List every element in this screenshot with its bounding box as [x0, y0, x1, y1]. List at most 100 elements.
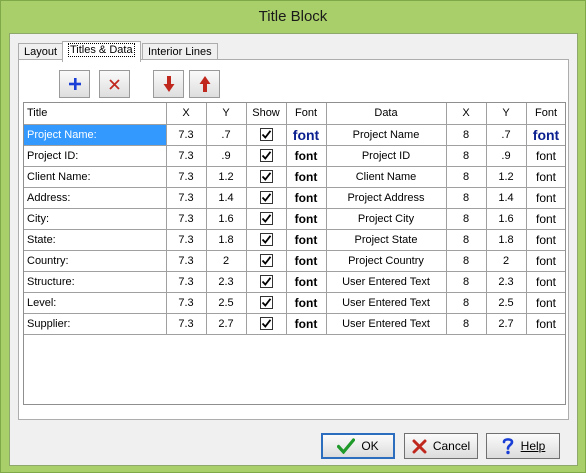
add-row-button[interactable]	[59, 70, 90, 98]
cell-data-x[interactable]: 8	[446, 271, 487, 293]
cell-data-x[interactable]: 8	[446, 208, 487, 230]
cell-title[interactable]: Supplier:	[24, 313, 167, 335]
cell-x[interactable]: 7.3	[166, 271, 207, 293]
cell-data-y[interactable]: 1.2	[486, 166, 527, 188]
tab-titles-data[interactable]: Titles & Data	[62, 41, 141, 62]
cell-data-y[interactable]: 2.5	[486, 292, 527, 314]
titles-grid[interactable]: Title X Y Show Font Data X Y Font Projec…	[23, 102, 566, 405]
cell-font[interactable]: font	[286, 271, 327, 293]
cell-data[interactable]: User Entered Text	[326, 271, 447, 293]
cell-data[interactable]: Project Country	[326, 250, 447, 272]
table-row[interactable]: Client Name: 7.3 1.2 font Client Name 8 1.2 fon…	[24, 166, 565, 188]
cell-x[interactable]: 7.3	[166, 124, 207, 146]
cell-y[interactable]: 1.8	[206, 229, 247, 251]
cell-data-x[interactable]: 8	[446, 250, 487, 272]
cell-x[interactable]: 7.3	[166, 145, 207, 167]
cell-data-font[interactable]: font	[526, 208, 565, 230]
cell-data[interactable]: Client Name	[326, 166, 447, 188]
cell-title[interactable]: Client Name:	[24, 166, 167, 188]
cell-y[interactable]: .9	[206, 145, 247, 167]
cell-data-font[interactable]: font	[526, 166, 565, 188]
cell-x[interactable]: 7.3	[166, 313, 207, 335]
show-checkbox[interactable]	[259, 170, 273, 183]
cell-data-x[interactable]: 8	[446, 124, 487, 146]
cell-data-font[interactable]: font	[526, 292, 565, 314]
header-y[interactable]: Y	[206, 103, 247, 125]
cell-data-y[interactable]: 1.4	[486, 187, 527, 209]
show-checkbox[interactable]	[259, 212, 273, 225]
cell-font[interactable]: font	[286, 166, 327, 188]
cell-show[interactable]	[246, 166, 287, 188]
cell-title[interactable]: Address:	[24, 187, 167, 209]
cell-x[interactable]: 7.3	[166, 250, 207, 272]
show-checkbox[interactable]	[259, 296, 273, 309]
show-checkbox[interactable]	[259, 128, 273, 141]
cancel-button[interactable]: Cancel	[404, 433, 478, 459]
cell-font[interactable]: font	[286, 124, 327, 146]
cell-data[interactable]: Project ID	[326, 145, 447, 167]
cell-data-y[interactable]: .7	[486, 124, 527, 146]
cell-data-x[interactable]: 8	[446, 145, 487, 167]
cell-x[interactable]: 7.3	[166, 292, 207, 314]
cell-font[interactable]: font	[286, 313, 327, 335]
header-data-font[interactable]: Font	[526, 103, 565, 125]
cell-data-x[interactable]: 8	[446, 292, 487, 314]
cell-data-font[interactable]: font	[526, 187, 565, 209]
table-row[interactable]: City: 7.3 1.6 font Project City 8 1.6 font	[24, 208, 565, 230]
show-checkbox[interactable]	[259, 149, 273, 162]
header-title[interactable]: Title	[24, 103, 167, 125]
move-up-button[interactable]	[189, 70, 220, 98]
header-data-x[interactable]: X	[446, 103, 487, 125]
show-checkbox[interactable]	[259, 275, 273, 288]
header-data-y[interactable]: Y	[486, 103, 527, 125]
table-row[interactable]: Project Name: 7.3.7 font Project Name 8.7 fon…	[24, 124, 565, 146]
cell-data-x[interactable]: 8	[446, 229, 487, 251]
cell-title[interactable]: Level:	[24, 292, 167, 314]
show-checkbox[interactable]	[259, 254, 273, 267]
cell-data-y[interactable]: 2.7	[486, 313, 527, 335]
cell-y[interactable]: 2.3	[206, 271, 247, 293]
cell-data-x[interactable]: 8	[446, 313, 487, 335]
cell-show[interactable]	[246, 292, 287, 314]
cell-data-y[interactable]: 1.8	[486, 229, 527, 251]
table-row[interactable]: Supplier: 7.3 2.7 font User Entered Text 8 2.7…	[24, 313, 565, 335]
cell-show[interactable]	[246, 145, 287, 167]
table-row[interactable]: Project ID: 7.3.9 font Project ID 8.9 font	[24, 145, 565, 167]
cell-y[interactable]: 2.7	[206, 313, 247, 335]
cell-data-font[interactable]: font	[526, 124, 565, 146]
header-show[interactable]: Show	[246, 103, 287, 125]
cell-font[interactable]: font	[286, 187, 327, 209]
cell-y[interactable]: 1.6	[206, 208, 247, 230]
cell-data-font[interactable]: font	[526, 250, 565, 272]
cell-title[interactable]: Project Name:	[24, 124, 167, 146]
cell-data[interactable]: Project Address	[326, 187, 447, 209]
cell-x[interactable]: 7.3	[166, 187, 207, 209]
cell-title[interactable]: Country:	[24, 250, 167, 272]
cell-data[interactable]: Project Name	[326, 124, 447, 146]
cell-title[interactable]: City:	[24, 208, 167, 230]
cell-data-font[interactable]: font	[526, 313, 565, 335]
cell-show[interactable]	[246, 124, 287, 146]
cell-data[interactable]: Project State	[326, 229, 447, 251]
cell-font[interactable]: font	[286, 145, 327, 167]
cell-data-y[interactable]: 2.3	[486, 271, 527, 293]
show-checkbox[interactable]	[259, 233, 273, 246]
cell-data[interactable]: Project City	[326, 208, 447, 230]
table-row[interactable]: Country: 7.3 2 font Project Country 8 2 font	[24, 250, 565, 272]
cell-title[interactable]: State:	[24, 229, 167, 251]
cell-y[interactable]: 1.2	[206, 166, 247, 188]
cell-y[interactable]: 2	[206, 250, 247, 272]
cell-font[interactable]: font	[286, 292, 327, 314]
table-row[interactable]: State: 7.3 1.8 font Project State 8 1.8 font	[24, 229, 565, 251]
cell-data-y[interactable]: .9	[486, 145, 527, 167]
ok-button[interactable]: OK	[321, 433, 395, 459]
cell-show[interactable]	[246, 271, 287, 293]
header-font[interactable]: Font	[286, 103, 327, 125]
move-down-button[interactable]	[153, 70, 184, 98]
cell-data-x[interactable]: 8	[446, 187, 487, 209]
cell-data-font[interactable]: font	[526, 229, 565, 251]
cell-x[interactable]: 7.3	[166, 208, 207, 230]
cell-show[interactable]	[246, 250, 287, 272]
cell-data-y[interactable]: 1.6	[486, 208, 527, 230]
header-data[interactable]: Data	[326, 103, 447, 125]
